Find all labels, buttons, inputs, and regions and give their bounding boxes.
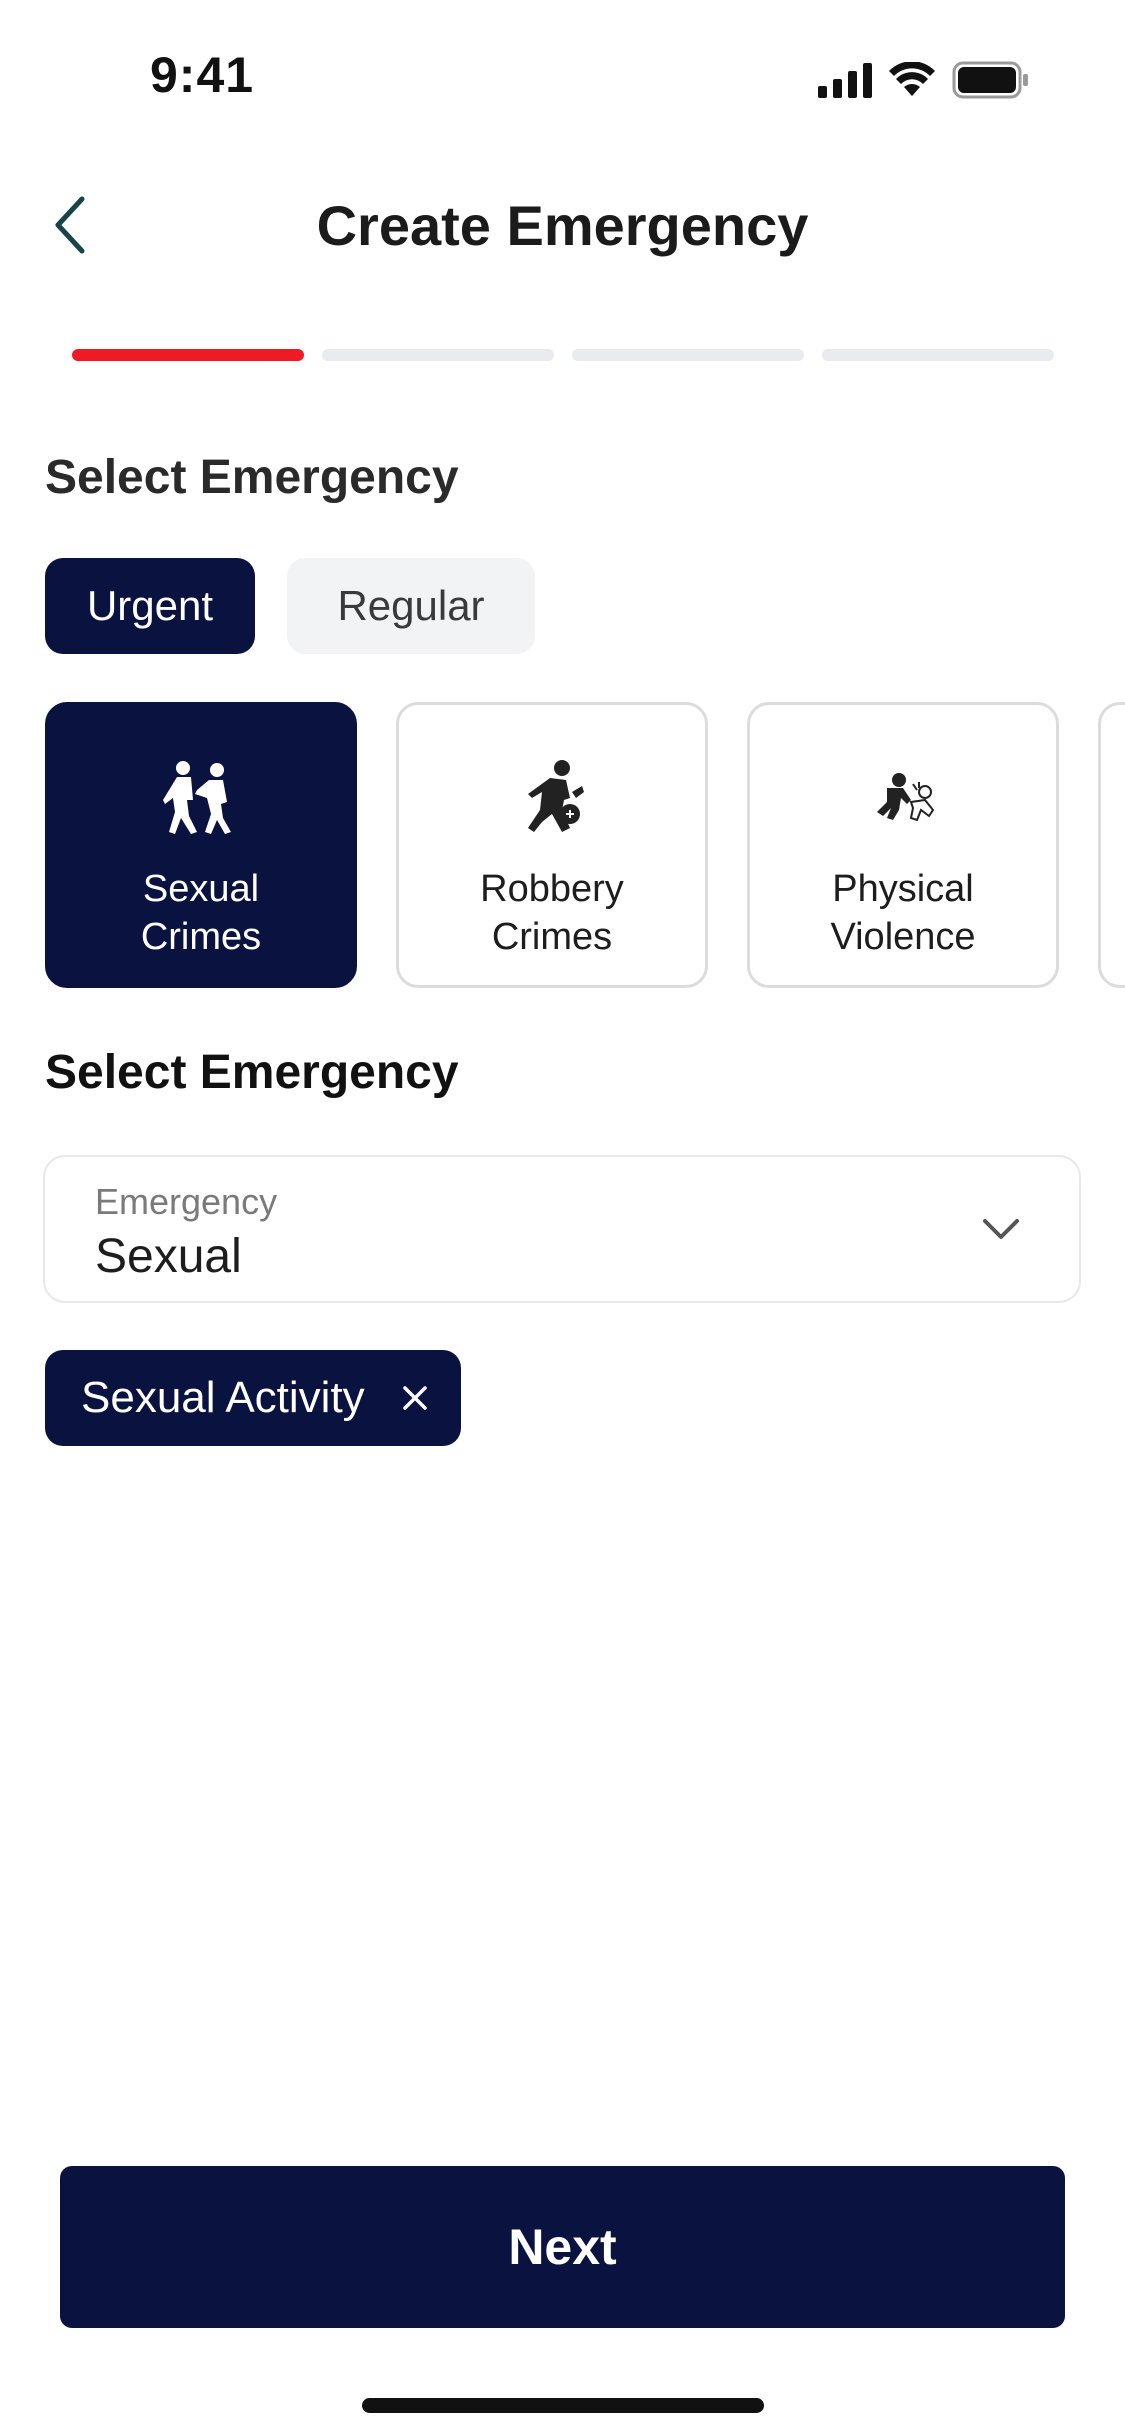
section-title-emergency-type: Select Emergency [45,451,459,504]
urgency-tabs: Urgent Regular [45,558,535,654]
progress-step-1 [72,349,304,361]
wifi-icon [889,62,935,96]
category-card-robbery-crimes[interactable]: Robbery Crimes [396,702,708,988]
cellular-signal-icon [818,62,872,98]
progress-step-3 [572,349,804,361]
category-label: Sexual Crimes [141,865,261,961]
robbery-icon [507,753,597,843]
category-label-line1: Sexual [142,868,260,910]
category-card-more[interactable] [1098,702,1125,988]
physical-violence-icon [858,753,948,843]
category-label-line2: Crimes [140,916,262,958]
category-label-line2: Crimes [491,916,613,958]
emergency-dropdown[interactable]: Emergency Sexual [43,1155,1081,1303]
progress-step-2 [322,349,554,361]
tab-regular[interactable]: Regular [287,558,535,654]
selected-chip: Sexual Activity [45,1350,461,1446]
sexual-crimes-icon [156,753,246,843]
section-title-emergency-subtype: Select Emergency [45,1046,459,1099]
home-indicator [362,2398,764,2413]
page-title: Create Emergency [316,194,809,257]
chevron-down-icon [983,1219,1019,1239]
status-icons [818,60,1030,100]
category-label: Physical Violence [830,865,975,961]
header: Create Emergency [0,175,1125,275]
category-card-physical-violence[interactable]: Physical Violence [747,702,1059,988]
chip-label: Sexual Activity [81,1373,365,1422]
category-cards: Sexual Crimes Robbery Crimes Physical Vi… [45,702,1125,990]
battery-icon [952,61,1028,99]
dropdown-value: Sexual [95,1230,242,1283]
status-bar: 9:41 [0,0,1125,150]
next-button[interactable]: Next [60,2166,1065,2328]
category-label: Robbery Crimes [480,865,624,961]
category-card-sexual-crimes[interactable]: Sexual Crimes [45,702,357,988]
dropdown-label: Emergency [95,1181,278,1222]
category-label-line1: Physical [832,868,974,910]
category-label-line2: Violence [830,916,976,958]
tab-urgent[interactable]: Urgent [45,558,255,654]
close-icon[interactable] [399,1382,431,1414]
progress-step-4 [822,349,1054,361]
step-progress [72,349,1054,361]
status-time: 9:41 [150,47,255,103]
category-label-line1: Robbery [480,868,624,910]
